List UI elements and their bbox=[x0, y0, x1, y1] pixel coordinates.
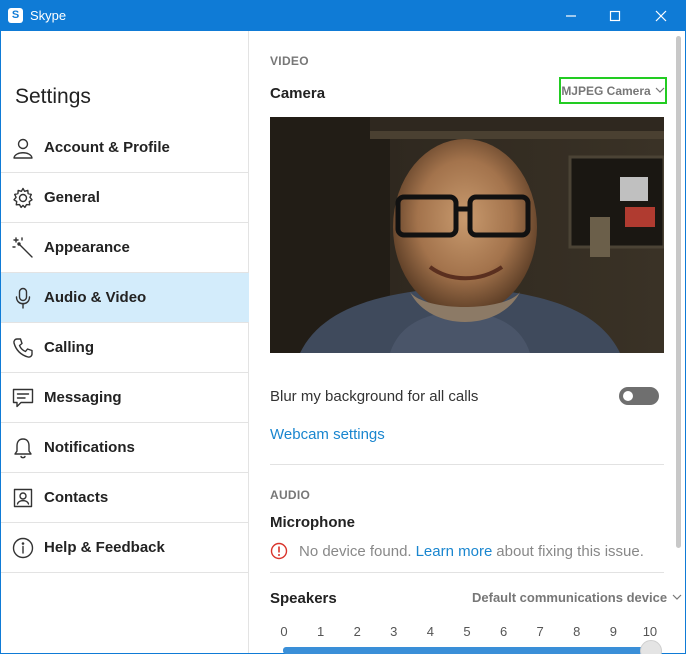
mic-message-text: No device found. bbox=[299, 542, 412, 560]
sidebar-item-help-feedback[interactable]: Help & Feedback bbox=[1, 523, 249, 573]
section-divider bbox=[270, 572, 664, 573]
scale-tick-label: 9 bbox=[609, 624, 617, 639]
sidebar-item-label: Help & Feedback bbox=[44, 539, 165, 556]
magic-wand-icon bbox=[11, 236, 35, 260]
sidebar-item-label: Audio & Video bbox=[44, 289, 147, 306]
blur-background-toggle[interactable] bbox=[619, 387, 659, 405]
sidebar-item-label: Appearance bbox=[44, 239, 130, 256]
sidebar-item-calling[interactable]: Calling bbox=[1, 323, 249, 373]
mic-message-suffix: about fixing this issue. bbox=[496, 542, 644, 560]
skype-logo-icon: S bbox=[8, 8, 23, 23]
blur-background-label: Blur my background for all calls bbox=[270, 388, 479, 405]
sidebar-item-label: General bbox=[44, 189, 100, 206]
sidebar-item-label: Calling bbox=[44, 339, 95, 356]
minimize-button[interactable] bbox=[548, 0, 594, 31]
microphone-title: Microphone bbox=[270, 514, 355, 531]
sidebar-item-appearance[interactable]: Appearance bbox=[1, 223, 249, 273]
chat-icon bbox=[11, 386, 35, 410]
scale-tick-label: 3 bbox=[390, 624, 398, 639]
settings-heading: Settings bbox=[15, 85, 91, 108]
content-scrollbar[interactable] bbox=[676, 36, 681, 548]
speakers-dropdown[interactable]: Default communications device bbox=[472, 590, 682, 605]
toggle-knob bbox=[623, 391, 633, 401]
scale-tick-label: 4 bbox=[426, 624, 434, 639]
window-title: Skype bbox=[30, 8, 67, 23]
learn-more-link[interactable]: Learn more bbox=[416, 543, 493, 560]
video-section-label: VIDEO bbox=[270, 54, 309, 68]
chevron-down-icon bbox=[672, 594, 682, 600]
scale-tick-label: 6 bbox=[499, 624, 508, 639]
scale-tick-label: 1 bbox=[316, 624, 325, 639]
camera-dropdown[interactable]: MJPEG Camera bbox=[559, 77, 667, 104]
sidebar-item-general[interactable]: General bbox=[1, 173, 249, 223]
speaker-volume-scale: 0 1 2 3 4 5 6 7 8 9 10 bbox=[270, 624, 664, 639]
person-icon bbox=[11, 136, 35, 160]
speaker-volume-slider-track[interactable] bbox=[283, 647, 648, 654]
audio-section-label: AUDIO bbox=[270, 488, 311, 502]
sidebar-item-label: Notifications bbox=[44, 439, 135, 456]
bell-icon bbox=[11, 436, 35, 460]
microphone-icon bbox=[11, 286, 35, 310]
settings-sidebar: Settings Account & Profile General Appea… bbox=[1, 31, 249, 653]
contact-card-icon bbox=[11, 486, 35, 510]
minimize-icon bbox=[566, 14, 576, 17]
sidebar-item-contacts[interactable]: Contacts bbox=[1, 473, 249, 523]
webcam-settings-link[interactable]: Webcam settings bbox=[270, 426, 385, 443]
maximize-button[interactable] bbox=[592, 0, 638, 31]
scale-tick-label: 2 bbox=[353, 624, 361, 639]
phone-icon bbox=[11, 336, 35, 360]
scale-tick-label: 0 bbox=[280, 624, 288, 639]
info-icon bbox=[11, 536, 35, 560]
sidebar-item-audio-video[interactable]: Audio & Video bbox=[1, 273, 249, 323]
scale-tick-label: 5 bbox=[463, 624, 471, 639]
close-icon bbox=[655, 10, 667, 21]
sidebar-item-messaging[interactable]: Messaging bbox=[1, 373, 249, 423]
scale-tick-label: 8 bbox=[573, 624, 581, 639]
section-divider bbox=[270, 464, 664, 465]
camera-selected-value: MJPEG Camera bbox=[561, 83, 651, 98]
sidebar-item-notifications[interactable]: Notifications bbox=[1, 423, 249, 473]
sidebar-item-label: Account & Profile bbox=[44, 139, 170, 156]
speakers-selected-value: Default communications device bbox=[472, 590, 668, 605]
sidebar-item-account-profile[interactable]: Account & Profile bbox=[1, 123, 249, 173]
camera-preview-image bbox=[270, 117, 664, 353]
warning-icon bbox=[270, 542, 288, 560]
scale-tick-label: 10 bbox=[642, 624, 658, 639]
microphone-status: No device found. Learn more about fixing… bbox=[270, 542, 644, 560]
camera-title: Camera bbox=[270, 85, 326, 102]
title-bar: S Skype bbox=[0, 0, 686, 31]
speakers-title: Speakers bbox=[270, 590, 337, 607]
chevron-down-icon bbox=[655, 87, 665, 93]
camera-preview bbox=[270, 117, 664, 353]
scale-tick-label: 7 bbox=[536, 624, 544, 639]
gear-icon bbox=[11, 186, 35, 210]
sidebar-item-label: Messaging bbox=[44, 389, 122, 406]
sidebar-item-label: Contacts bbox=[44, 489, 109, 506]
close-button[interactable] bbox=[638, 0, 684, 31]
maximize-icon bbox=[609, 10, 621, 21]
